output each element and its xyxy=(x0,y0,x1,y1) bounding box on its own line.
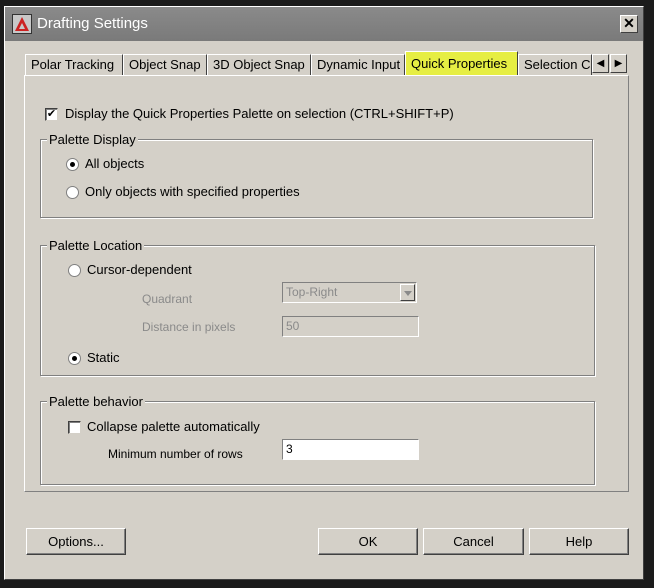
palette-display-title: Palette Display xyxy=(47,132,138,147)
palette-behavior-title: Palette behavior xyxy=(47,394,145,409)
quadrant-label: Quadrant xyxy=(142,292,193,306)
help-button[interactable]: Help xyxy=(529,528,629,555)
tab-dynamic-input[interactable]: Dynamic Input xyxy=(311,54,405,75)
tab-3d-object-snap[interactable]: 3D Object Snap xyxy=(207,54,311,75)
tab-polar-tracking[interactable]: Polar Tracking xyxy=(25,54,123,75)
static-radio[interactable] xyxy=(68,352,81,365)
autocad-app-icon xyxy=(12,14,32,34)
ok-button[interactable]: OK xyxy=(318,528,418,555)
distance-label: Distance in pixels xyxy=(142,320,236,334)
close-button[interactable]: ✕ xyxy=(620,15,638,33)
quick-properties-panel: ✔ Display the Quick Properties Palette o… xyxy=(24,75,629,492)
palette-location-title: Palette Location xyxy=(47,238,145,253)
palette-location-group: Palette Location Cursor-dependent Quadra… xyxy=(40,238,595,376)
chevron-down-icon[interactable] xyxy=(400,284,415,301)
cursor-dependent-radio[interactable] xyxy=(68,264,81,277)
min-rows-label: Minimum number of rows xyxy=(108,447,243,461)
specified-properties-radio[interactable] xyxy=(66,186,79,199)
window-title: Drafting Settings xyxy=(37,15,148,32)
tab-quick-properties[interactable]: Quick Properties xyxy=(405,51,518,76)
tab-scroll-left-icon[interactable]: ◀ xyxy=(592,54,609,73)
distance-input[interactable]: 50 xyxy=(282,316,419,337)
cancel-button[interactable]: Cancel xyxy=(423,528,524,555)
specified-properties-label: Only objects with specified properties xyxy=(85,184,300,199)
title-bar[interactable]: Drafting Settings ✕ xyxy=(5,7,643,41)
tab-strip: Polar Tracking Object Snap 3D Object Sna… xyxy=(25,51,637,76)
all-objects-radio[interactable] xyxy=(66,158,79,171)
options-button[interactable]: Options... xyxy=(26,528,126,555)
collapse-palette-label: Collapse palette automatically xyxy=(87,419,260,434)
drafting-settings-dialog: Drafting Settings ✕ Polar Tracking Objec… xyxy=(4,6,644,580)
tab-scroll-right-icon[interactable]: ▶ xyxy=(610,54,627,73)
min-rows-input[interactable]: 3 xyxy=(282,439,419,460)
all-objects-label: All objects xyxy=(85,156,145,171)
quadrant-select[interactable]: Top-Right xyxy=(282,282,417,303)
cursor-dependent-label: Cursor-dependent xyxy=(87,262,192,277)
display-palette-checkbox[interactable]: ✔ xyxy=(45,108,58,121)
quadrant-value: Top-Right xyxy=(286,285,338,299)
tab-selection-cycling[interactable]: Selection C xyxy=(518,54,592,75)
display-palette-label: Display the Quick Properties Palette on … xyxy=(65,106,454,121)
palette-display-group: Palette Display All objects Only objects… xyxy=(40,132,593,218)
palette-behavior-group: Palette behavior Collapse palette automa… xyxy=(40,394,595,485)
static-label: Static xyxy=(87,350,120,365)
tab-object-snap[interactable]: Object Snap xyxy=(123,54,207,75)
collapse-palette-checkbox[interactable] xyxy=(68,421,81,434)
